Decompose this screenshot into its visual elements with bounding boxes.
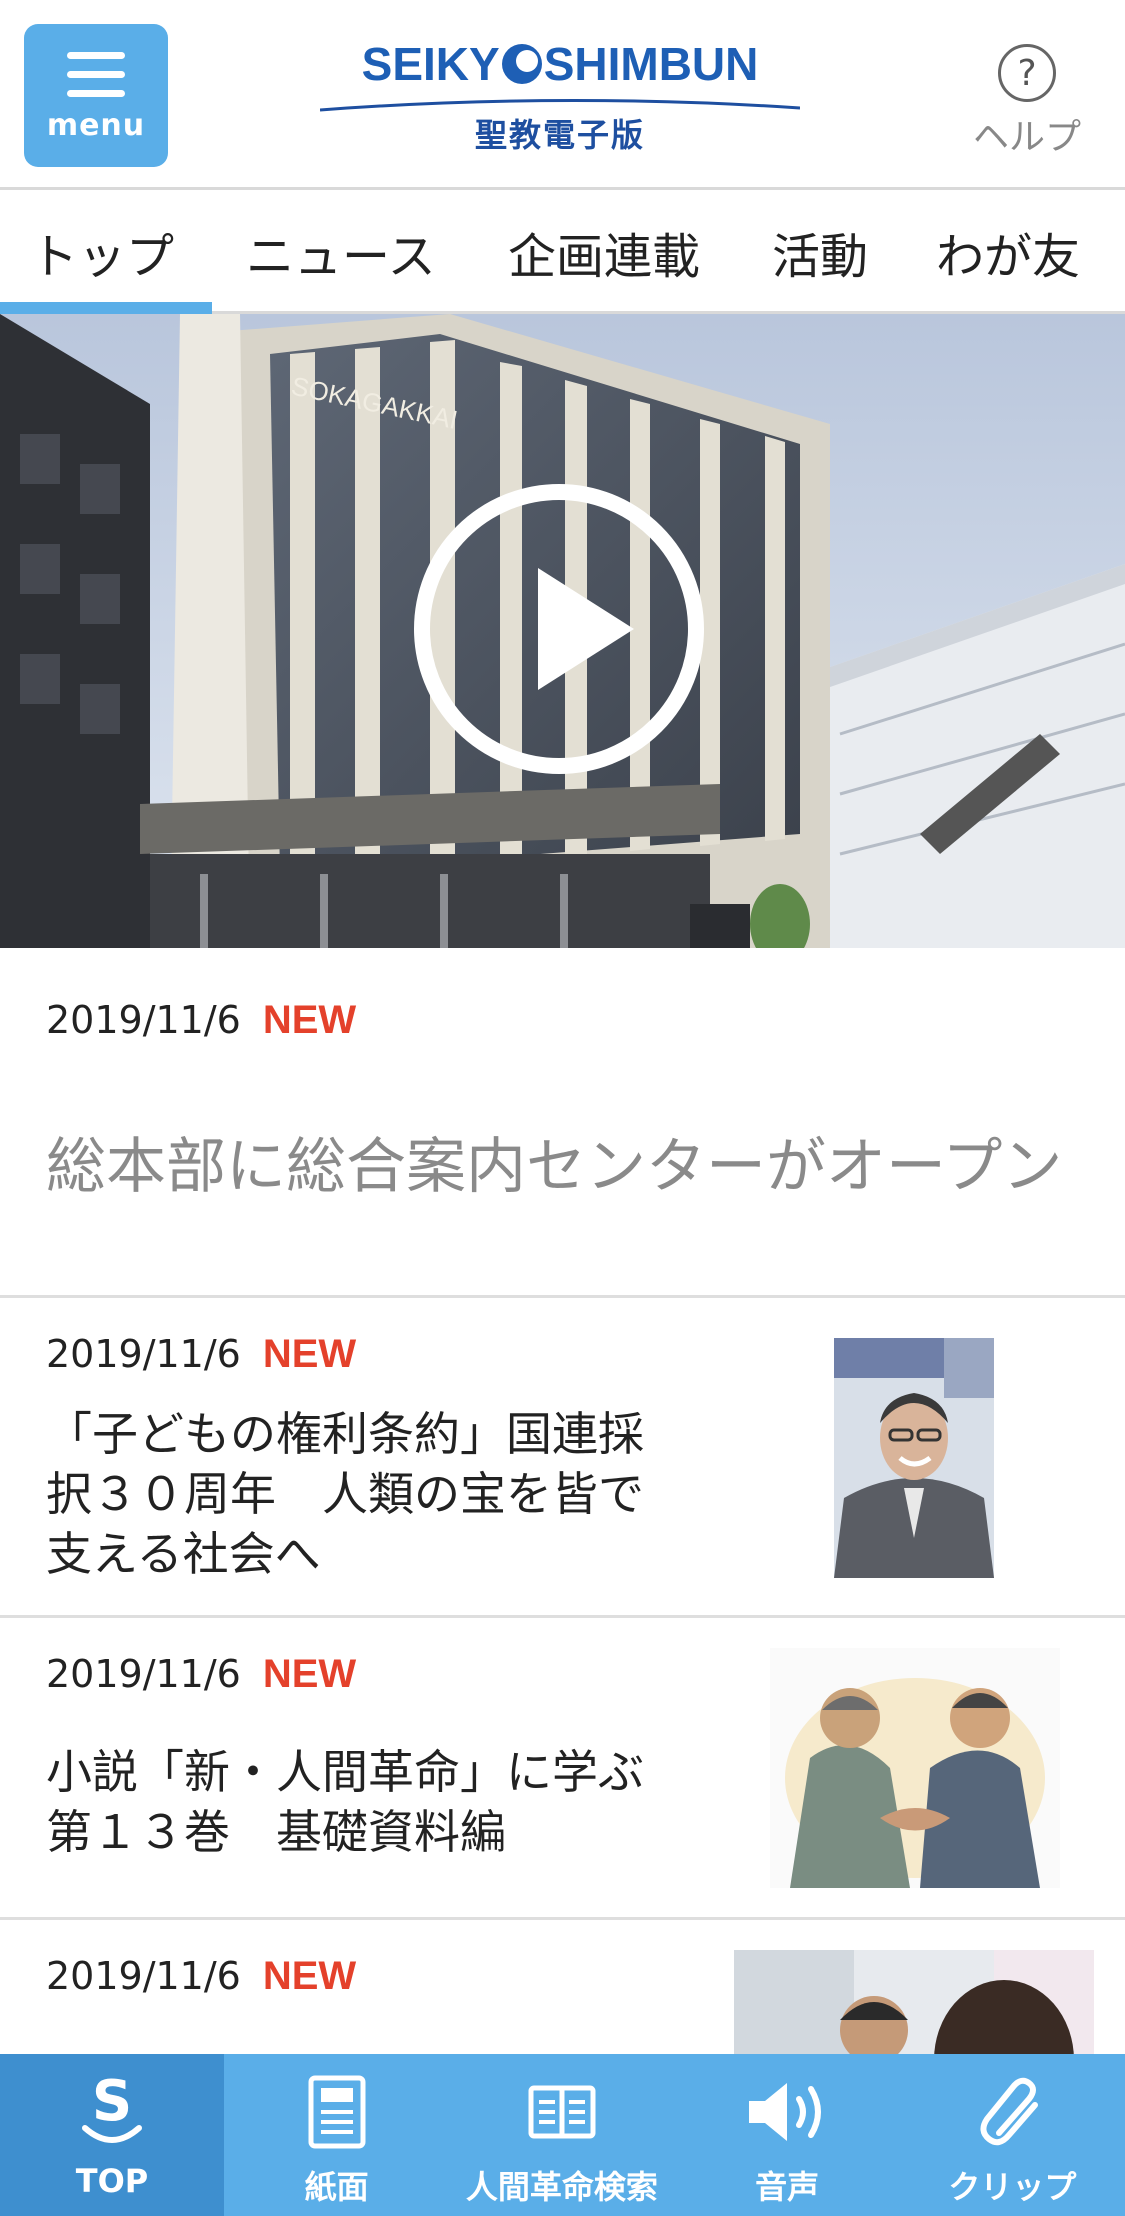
new-badge: NEW	[262, 1954, 357, 1998]
article-meta: 2019/11/6 NEW	[46, 1954, 356, 1999]
article-meta: 2019/11/6 NEW	[46, 998, 356, 1043]
new-badge: NEW	[262, 1332, 357, 1376]
logo-text-left: SEIKY	[361, 38, 500, 90]
nav-label: 紙面	[304, 2168, 369, 2206]
article-thumbnail	[770, 1648, 1060, 1888]
nav-audio[interactable]: 音声	[675, 2054, 900, 2216]
app-header: menu SEIKY SHIMBUN 聖教電子版 ? ヘルプ	[0, 0, 1125, 190]
nav-label: 音声	[755, 2168, 820, 2206]
menu-label: menu	[46, 108, 146, 143]
paperclip-icon	[967, 2070, 1057, 2154]
help-label: ヘルプ	[972, 117, 1081, 158]
article-item[interactable]: 2019/11/6 NEW 小説「新・人間革命」に学ぶ 第１３巻 基礎資料編	[0, 1618, 1125, 1920]
article-item[interactable]: 2019/11/6 NEW 「子どもの権利条約」国連採 択３０周年 人類の宝を皆…	[0, 1298, 1125, 1618]
new-badge: NEW	[262, 1652, 357, 1696]
menu-button[interactable]: menu	[24, 24, 168, 167]
article-date: 2019/11/6	[46, 1332, 241, 1376]
tab-series[interactable]: 企画連載	[508, 190, 700, 314]
tab-news[interactable]: ニュース	[246, 190, 436, 314]
article-meta: 2019/11/6 NEW	[46, 1332, 356, 1377]
tab-top[interactable]: トップ	[30, 190, 174, 314]
nav-ningen-kakumei-search[interactable]: 人間革命検索	[449, 2054, 674, 2216]
newspaper-icon	[292, 2070, 382, 2154]
nav-top[interactable]: S TOP	[0, 2054, 224, 2216]
svg-text:S: S	[92, 2072, 132, 2134]
article-date: 2019/11/6	[46, 998, 241, 1042]
help-button[interactable]: ? ヘルプ	[967, 44, 1087, 160]
hamburger-icon	[67, 52, 125, 98]
tab-activities[interactable]: 活動	[772, 190, 868, 314]
nav-label: 人間革命検索	[465, 2168, 658, 2206]
nav-label: TOP	[75, 2162, 149, 2200]
article-title: 総本部に総合案内センターがオープン	[46, 1132, 1063, 1202]
article-title: 小説「新・人間革命」に学ぶ 第１３巻 基礎資料編	[46, 1745, 644, 1859]
logo-subtitle: 聖教電子版	[474, 116, 645, 154]
logo-swoosh	[319, 98, 801, 112]
article-date: 2019/11/6	[46, 1954, 241, 1998]
logo-text-right: SHIMBUN	[543, 38, 759, 90]
new-badge: NEW	[262, 998, 357, 1042]
nav-clip[interactable]: クリップ	[900, 2054, 1125, 2216]
article-thumbnail	[834, 1338, 994, 1578]
article-meta: 2019/11/6 NEW	[46, 1652, 356, 1697]
hero-video[interactable]: SOKAGAKKAI	[0, 314, 1125, 948]
play-icon[interactable]	[414, 484, 704, 774]
help-icon: ?	[998, 44, 1056, 102]
nav-newspaper[interactable]: 紙面	[224, 2054, 449, 2216]
book-search-icon	[517, 2070, 607, 2154]
category-tabs: トップ ニュース 企画連載 活動 わが友	[0, 190, 1125, 314]
s-logo-icon: S	[67, 2070, 157, 2154]
seikyo-logo: SEIKY SHIMBUN 聖教電子版	[319, 36, 801, 156]
logo-o-icon	[501, 44, 542, 84]
article-date: 2019/11/6	[46, 1652, 241, 1696]
tab-wagatomo[interactable]: わが友	[936, 190, 1080, 314]
speaker-icon	[742, 2070, 832, 2154]
article-lead[interactable]: 2019/11/6 NEW 総本部に総合案内センターがオープン	[0, 948, 1125, 1298]
active-tab-indicator	[0, 302, 212, 314]
nav-label: クリップ	[948, 2168, 1077, 2206]
bottom-navigation: S TOP 紙面 人間革命検索 音声 クリップ	[0, 2054, 1125, 2216]
article-title: 「子どもの権利条約」国連採 択３０周年 人類の宝を皆で 支える社会へ	[46, 1407, 644, 1581]
